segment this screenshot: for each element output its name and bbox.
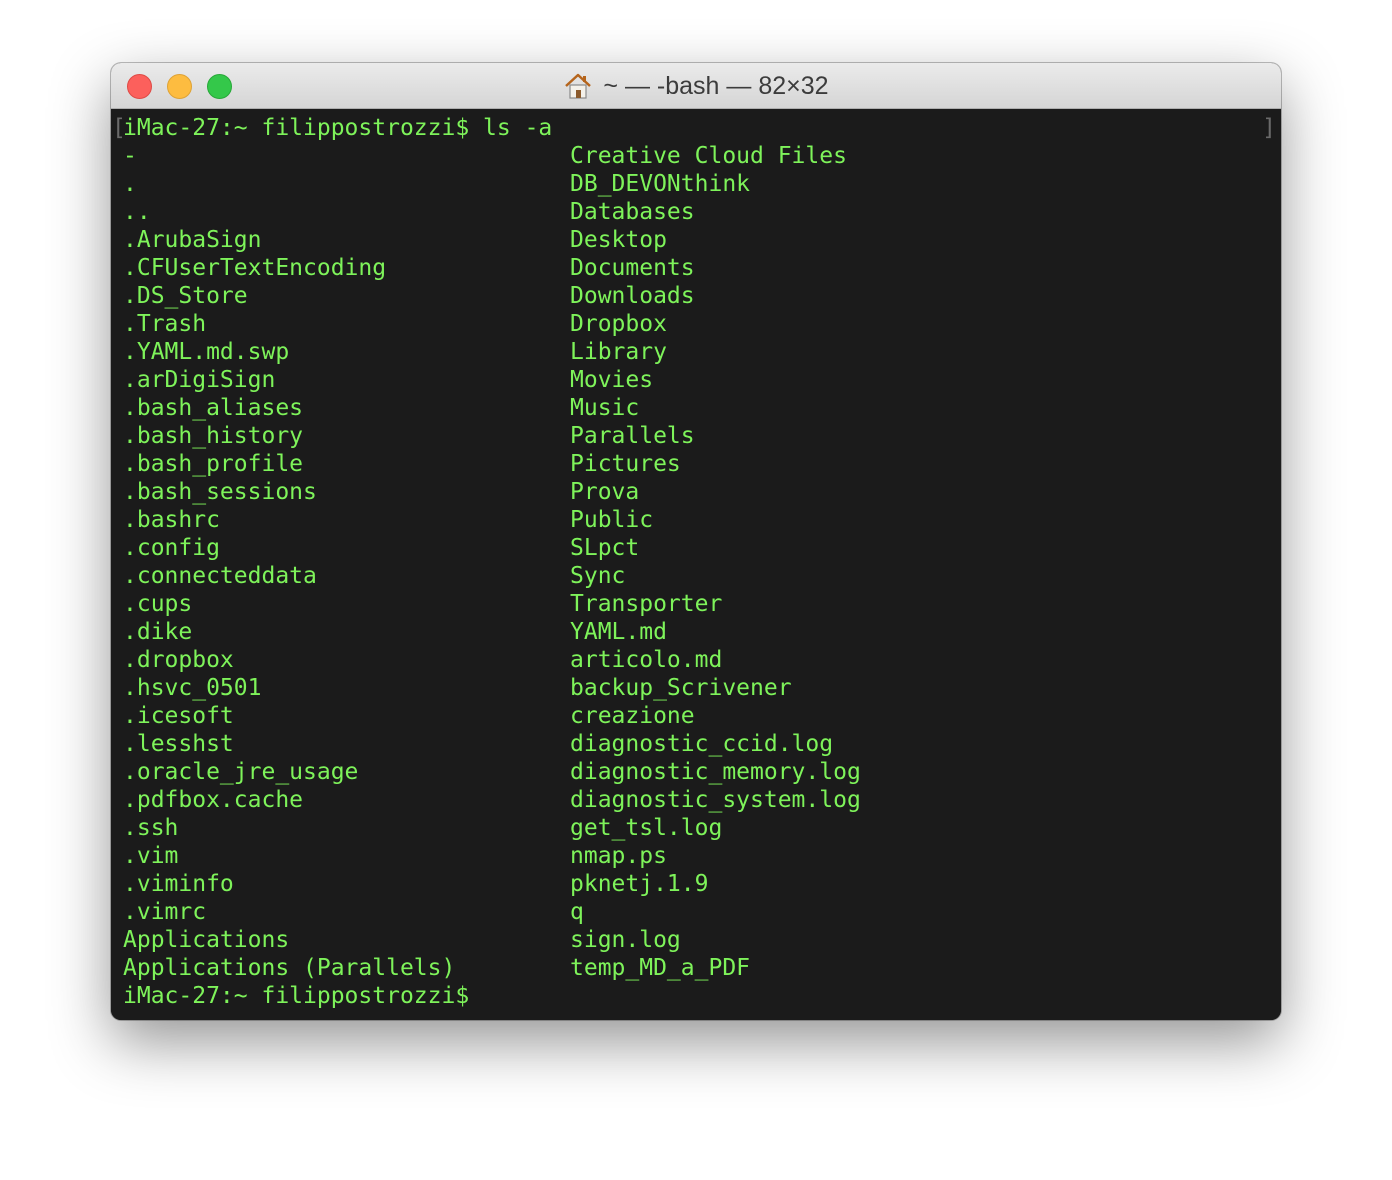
file-entry: .bash_profile xyxy=(123,451,304,477)
file-entry: .connecteddata xyxy=(123,563,317,589)
file-entry: .bash_aliases xyxy=(123,395,304,421)
file-entry: .ArubaSign xyxy=(123,227,262,253)
file-entry: .icesoft xyxy=(123,703,234,729)
file-entry: articolo.md xyxy=(570,647,723,673)
file-entry: pknetj.1.9 xyxy=(570,871,709,897)
file-entry: .YAML.md.swp xyxy=(123,339,290,365)
file-entry: DB_DEVONthink xyxy=(570,171,751,197)
file-entry: Databases xyxy=(570,199,695,225)
file-entry: Transporter xyxy=(570,591,723,617)
file-entry: q xyxy=(570,899,584,925)
file-entry: Public xyxy=(570,507,654,533)
home-icon xyxy=(565,73,592,99)
file-entry: .dropbox xyxy=(123,647,234,673)
file-entry: .cups xyxy=(123,591,193,617)
terminal-content[interactable]: [ ] iMac-27:~ filippostrozzi$ ls -a -...… xyxy=(111,109,1281,1020)
file-entry: Sync xyxy=(570,563,626,589)
file-entry: diagnostic_ccid.log xyxy=(570,731,834,757)
file-entry: .arDigiSign xyxy=(123,367,276,393)
file-entry: .viminfo xyxy=(123,871,234,897)
file-entry: .vimrc xyxy=(123,899,207,925)
file-entry: Parallels xyxy=(570,423,695,449)
shell-prompt[interactable]: iMac-27:~ filippostrozzi$ xyxy=(123,982,469,1010)
file-entry: .vim xyxy=(123,843,179,869)
file-entry: Prova xyxy=(570,479,640,505)
ls-output: -... .ArubaSign .CFUserTextEncoding .DS_Sto… xyxy=(123,142,861,981)
ls-column-left: -... .ArubaSign .CFUserTextEncoding .DS_Sto… xyxy=(123,142,455,982)
terminal-window: ~ — -bash — 82×32 [ ] iMac-27:~ filippos… xyxy=(111,63,1281,1020)
title-bar[interactable]: ~ — -bash — 82×32 xyxy=(111,63,1281,109)
file-entry: Applications (Parallels) xyxy=(123,955,456,981)
file-entry: get_tsl.log xyxy=(570,815,723,841)
file-entry: backup_Scrivener xyxy=(570,675,792,701)
file-entry: nmap.ps xyxy=(570,843,667,869)
file-entry: .CFUserTextEncoding xyxy=(123,255,387,281)
file-entry: diagnostic_memory.log xyxy=(570,759,861,785)
ls-column-right: Creative Cloud Files DB_DEVONthink Databas… xyxy=(570,142,861,982)
file-entry: sign.log xyxy=(570,927,681,953)
file-entry: .config xyxy=(123,535,220,561)
file-entry: diagnostic_system.log xyxy=(570,787,861,813)
file-entry: Library xyxy=(570,339,667,365)
file-entry: Documents xyxy=(570,255,695,281)
file-entry: YAML.md xyxy=(570,619,667,645)
file-entry: SLpct xyxy=(570,535,640,561)
file-entry: .bash_history xyxy=(123,423,304,449)
file-entry: .lesshst xyxy=(123,731,234,757)
file-entry: .pdfbox.cache xyxy=(123,787,304,813)
file-entry: .DS_Store xyxy=(123,283,248,309)
window-title-container: ~ — -bash — 82×32 xyxy=(111,63,1281,109)
file-entry: .oracle_jre_usage xyxy=(123,759,359,785)
file-entry: .. xyxy=(123,199,151,225)
file-entry: . xyxy=(123,171,137,197)
file-entry: Dropbox xyxy=(570,311,667,337)
file-entry: Creative Cloud Files xyxy=(570,143,847,169)
file-entry: .bashrc xyxy=(123,507,220,533)
file-entry: Pictures xyxy=(570,451,681,477)
file-entry: .hsvc_0501 xyxy=(123,675,262,701)
command-line: iMac-27:~ filippostrozzi$ ls -a xyxy=(123,115,553,141)
file-entry: .Trash xyxy=(123,311,207,337)
file-entry: temp_MD_a_PDF xyxy=(570,955,751,981)
file-entry: Movies xyxy=(570,367,654,393)
file-entry: .ssh xyxy=(123,815,179,841)
file-entry: Desktop xyxy=(570,227,667,253)
file-entry: creazione xyxy=(570,703,695,729)
file-entry: .bash_sessions xyxy=(123,479,317,505)
window-title: ~ — -bash — 82×32 xyxy=(603,71,829,100)
file-entry: - xyxy=(123,143,137,169)
file-entry: .dike xyxy=(123,619,193,645)
file-entry: Applications xyxy=(123,927,290,953)
file-entry: Downloads xyxy=(570,283,695,309)
file-entry: Music xyxy=(570,395,640,421)
scroll-marker-right: ] xyxy=(1262,115,1276,141)
